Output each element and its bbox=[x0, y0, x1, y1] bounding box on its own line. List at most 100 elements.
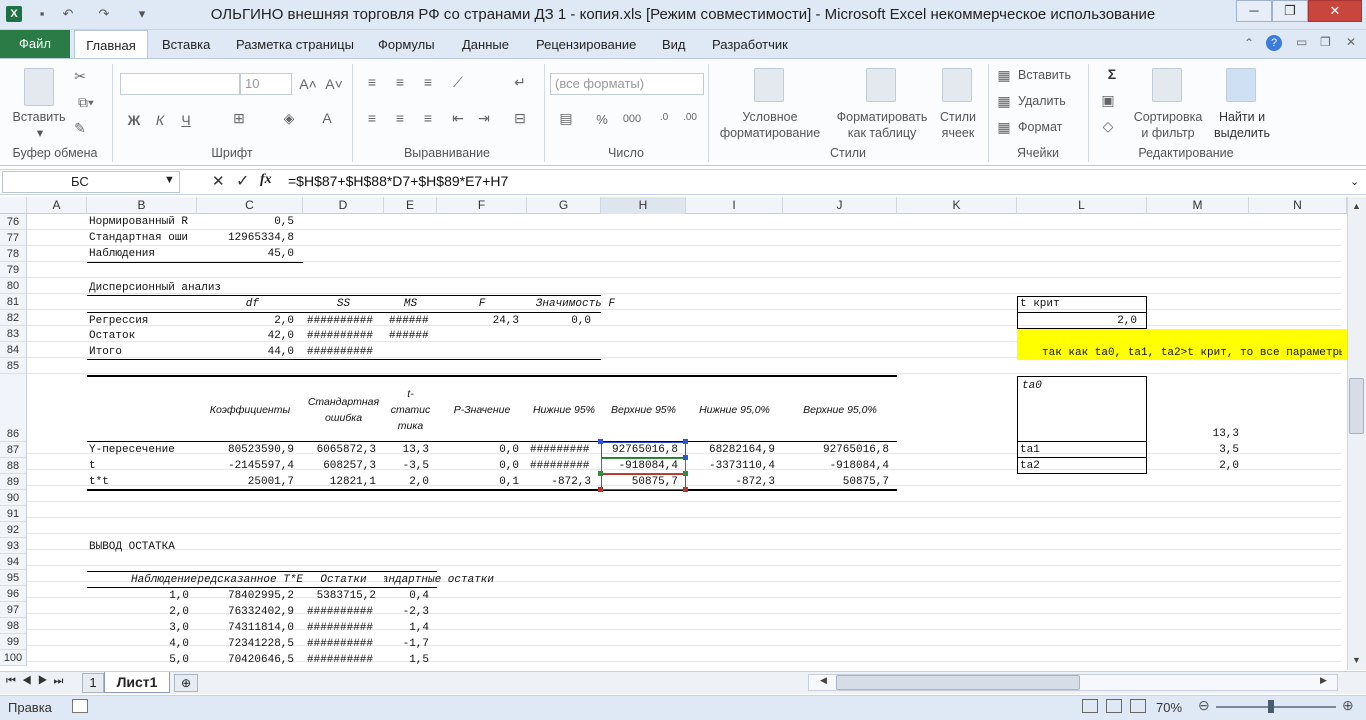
cell-d86-line1[interactable]: Стандартная bbox=[303, 394, 384, 410]
cell-b77[interactable]: Стандартная оши bbox=[89, 230, 197, 246]
cell-b98[interactable]: 3,0 bbox=[87, 620, 189, 636]
delete-cells-button[interactable]: Удалить bbox=[1018, 93, 1078, 109]
font-size-dropdown[interactable]: 10 bbox=[240, 73, 292, 95]
cell-e99[interactable]: -1,7 bbox=[384, 636, 429, 652]
sort-filter-button[interactable]: Сортировка bbox=[1128, 109, 1208, 125]
cell-c87[interactable]: 80523590,9 bbox=[197, 442, 294, 458]
save-icon[interactable]: ▪ bbox=[34, 6, 50, 22]
tab-review[interactable]: Рецензирование bbox=[530, 30, 642, 59]
cell-g81[interactable]: Значимость F bbox=[527, 296, 615, 312]
column-header-h[interactable]: H bbox=[601, 197, 686, 214]
align-center-icon[interactable]: ≡ bbox=[390, 110, 410, 126]
align-top-icon[interactable]: ≡ bbox=[362, 74, 382, 90]
zoom-slider-thumb[interactable] bbox=[1268, 700, 1274, 713]
row-header[interactable]: 100 bbox=[0, 650, 27, 666]
cell-j89[interactable]: 50875,7 bbox=[783, 474, 889, 490]
cell-c82[interactable]: 2,0 bbox=[197, 313, 294, 329]
cell-styles-button[interactable]: Стили bbox=[934, 109, 982, 125]
cell-b95[interactable]: Наблюдение bbox=[87, 572, 197, 588]
cell-b82[interactable]: Регрессия bbox=[89, 313, 197, 329]
indent-increase-icon[interactable]: ⇥ bbox=[474, 110, 494, 127]
tab-home[interactable]: Главная bbox=[74, 30, 148, 59]
row-header[interactable]: 77 bbox=[0, 230, 27, 246]
cell-e81[interactable]: MS bbox=[384, 296, 437, 312]
tab-formulas[interactable]: Формулы bbox=[372, 30, 441, 59]
format-cells-button[interactable]: Формат bbox=[1018, 119, 1078, 135]
customize-qat-icon[interactable]: ▾ bbox=[134, 6, 150, 22]
cell-c89[interactable]: 25001,7 bbox=[197, 474, 294, 490]
borders-icon[interactable]: ⊞ bbox=[228, 110, 250, 127]
cell-f86[interactable]: P-Значение bbox=[437, 402, 527, 418]
cell-i89[interactable]: -872,3 bbox=[686, 474, 775, 490]
cell-l86[interactable]: ta0 bbox=[1022, 378, 1122, 394]
cell-j88[interactable]: -918084,4 bbox=[783, 458, 889, 474]
cell-d81[interactable]: SS bbox=[303, 296, 384, 312]
minimize-ribbon-icon[interactable]: ⌃ bbox=[1244, 36, 1254, 50]
page-layout-view-icon[interactable] bbox=[1106, 699, 1122, 713]
align-bottom-icon[interactable]: ≡ bbox=[418, 74, 438, 90]
conditional-formatting-button[interactable]: Условное bbox=[710, 109, 830, 125]
cell-d83[interactable]: ########## bbox=[307, 328, 384, 344]
cell-c88[interactable]: -2145597,4 bbox=[197, 458, 294, 474]
number-format-dropdown[interactable]: (все форматы) bbox=[550, 73, 704, 95]
close-button[interactable]: ✕ bbox=[1308, 0, 1362, 22]
row-header[interactable]: 89 bbox=[0, 474, 27, 490]
cell-g87[interactable]: ######### bbox=[530, 442, 601, 458]
cell-b84[interactable]: Итого bbox=[89, 344, 197, 360]
cell-b80[interactable]: Дисперсионный анализ bbox=[89, 280, 289, 296]
sheet-nav-icons[interactable]: ⏮◀▶⏭ bbox=[6, 675, 69, 688]
wb-restore-icon[interactable]: ❐ bbox=[1320, 35, 1331, 49]
name-box[interactable]: БС bbox=[2, 171, 180, 193]
row-header[interactable]: 91 bbox=[0, 506, 27, 522]
cell-c76[interactable]: 0,5 bbox=[197, 214, 294, 230]
cell-d82[interactable]: ########## bbox=[307, 313, 384, 329]
cell-f81[interactable]: F bbox=[437, 296, 527, 312]
vertical-scroll-thumb[interactable] bbox=[1349, 378, 1364, 434]
excel-app-icon[interactable]: X bbox=[6, 6, 22, 22]
underline-button[interactable]: Ч bbox=[178, 112, 194, 128]
row-header[interactable]: 83 bbox=[0, 326, 27, 342]
cell-j87[interactable]: 92765016,8 bbox=[783, 442, 889, 458]
bold-button[interactable]: Ж bbox=[126, 112, 142, 128]
reference-handle[interactable] bbox=[598, 471, 603, 476]
tab-developer[interactable]: Разработчик bbox=[706, 30, 794, 59]
insert-cells-button[interactable]: Вставить bbox=[1018, 67, 1078, 83]
fill-color-icon[interactable]: ◈ bbox=[278, 110, 300, 127]
column-header-n[interactable]: N bbox=[1249, 197, 1347, 214]
enter-formula-icon[interactable]: ✓ bbox=[236, 171, 249, 191]
increase-decimal-icon[interactable]: .0 bbox=[654, 112, 674, 123]
cell-b96[interactable]: 1,0 bbox=[87, 588, 189, 604]
cell-c98[interactable]: 74311814,0 bbox=[197, 620, 294, 636]
horizontal-scroll-thumb[interactable] bbox=[836, 675, 1080, 690]
cell-e83[interactable]: ###### bbox=[389, 328, 437, 344]
wb-minimize-icon[interactable]: ▭ bbox=[1296, 35, 1307, 49]
increase-font-icon[interactable]: A˄ bbox=[298, 76, 318, 92]
cell-l81[interactable]: t крит bbox=[1020, 296, 1140, 312]
cell-f87[interactable]: 0,0 bbox=[437, 442, 519, 458]
zoom-out-icon[interactable]: ⊖ bbox=[1198, 697, 1210, 714]
row-header[interactable]: 76 bbox=[0, 214, 27, 230]
cell-c96[interactable]: 78402995,2 bbox=[197, 588, 294, 604]
cell-m88[interactable]: 2,0 bbox=[1147, 458, 1239, 474]
row-header[interactable]: 98 bbox=[0, 618, 27, 634]
format-painter-icon[interactable]: ✎ bbox=[72, 120, 88, 137]
cell-i88[interactable]: -3373110,4 bbox=[686, 458, 775, 474]
indent-decrease-icon[interactable]: ⇤ bbox=[448, 110, 468, 127]
align-right-icon[interactable]: ≡ bbox=[418, 110, 438, 126]
tab-file[interactable]: Файл bbox=[0, 30, 70, 58]
cell-c100[interactable]: 70420646,5 bbox=[197, 652, 294, 668]
cell-c86[interactable]: Коэффициенты bbox=[197, 402, 303, 418]
copy-icon[interactable]: ⧉▾ bbox=[72, 94, 100, 111]
autosum-button[interactable]: Σ bbox=[1098, 66, 1126, 82]
cell-d89[interactable]: 12821,1 bbox=[303, 474, 376, 490]
cut-icon[interactable]: ✂ bbox=[72, 68, 88, 85]
row-header[interactable]: 82 bbox=[0, 310, 27, 326]
cell-g86[interactable]: Нижние 95% bbox=[527, 402, 601, 418]
cell-b97[interactable]: 2,0 bbox=[87, 604, 189, 620]
cell-d100[interactable]: ########## bbox=[307, 652, 384, 668]
cell-e82[interactable]: ###### bbox=[389, 313, 437, 329]
cancel-formula-icon[interactable]: ✕ bbox=[212, 172, 225, 190]
maximize-button[interactable]: ❐ bbox=[1272, 0, 1308, 22]
cell-b83[interactable]: Остаток bbox=[89, 328, 197, 344]
cell-d96[interactable]: 5383715,2 bbox=[303, 588, 376, 604]
